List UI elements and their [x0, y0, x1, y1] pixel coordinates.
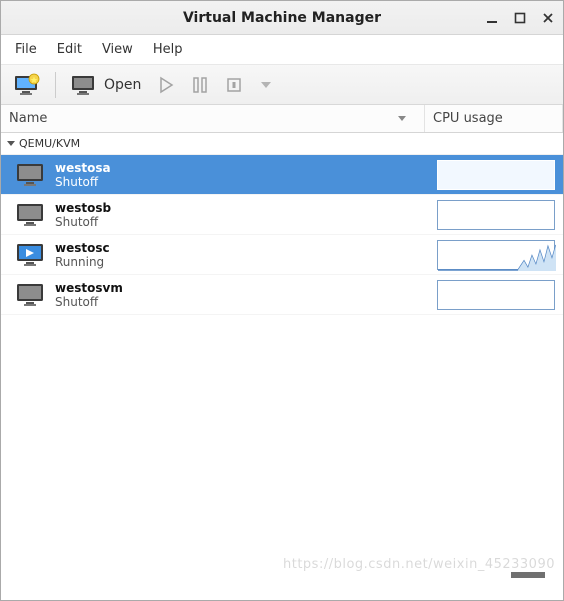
toolbar: Open — [1, 65, 563, 105]
cpu-sparkline — [437, 160, 555, 190]
shutdown-menu-button[interactable] — [253, 70, 279, 100]
pause-button[interactable] — [185, 70, 215, 100]
vm-row[interactable]: westosc Running — [1, 235, 563, 275]
vm-cpu-cell — [409, 236, 563, 274]
cpu-sparkline — [437, 240, 555, 270]
app-window: Virtual Machine Manager File Edit View H… — [0, 0, 564, 601]
menubar: File Edit View Help — [1, 35, 563, 65]
expander-icon — [7, 141, 15, 146]
maximize-button[interactable] — [513, 11, 527, 25]
new-vm-button[interactable] — [7, 70, 47, 100]
vm-row[interactable]: westosb Shutoff — [1, 195, 563, 235]
shutdown-button[interactable] — [219, 70, 249, 100]
connection-label: QEMU/KVM — [19, 137, 80, 150]
column-header-cpu-label: CPU usage — [433, 111, 503, 126]
vm-name: westosb — [55, 201, 409, 215]
close-button[interactable] — [541, 11, 555, 25]
vm-labels: westosa Shutoff — [49, 161, 409, 189]
vm-state: Running — [55, 255, 409, 269]
vm-state: Shutoff — [55, 175, 409, 189]
titlebar: Virtual Machine Manager — [1, 1, 563, 35]
column-headers: Name CPU usage — [1, 105, 563, 133]
vm-row[interactable]: westosvm Shutoff — [1, 275, 563, 315]
toolbar-separator — [55, 72, 56, 98]
vm-row[interactable]: westosa Shutoff — [1, 155, 563, 195]
bottom-shadow — [511, 572, 545, 578]
window-title: Virtual Machine Manager — [183, 10, 381, 26]
vm-name: westosa — [55, 161, 409, 175]
vm-cpu-cell — [409, 276, 563, 314]
run-button[interactable] — [151, 70, 181, 100]
vm-status-icon — [13, 241, 49, 269]
sort-indicator-icon — [398, 116, 406, 121]
vm-cpu-cell — [409, 196, 563, 234]
monitor-new-icon — [13, 73, 41, 97]
vm-state: Shutoff — [55, 295, 409, 309]
column-header-name-label: Name — [9, 111, 47, 126]
menu-file[interactable]: File — [5, 38, 47, 61]
window-controls — [485, 1, 555, 34]
cpu-sparkline — [437, 200, 555, 230]
open-console-label: Open — [104, 77, 141, 93]
chevron-down-icon — [259, 78, 273, 92]
menu-view[interactable]: View — [92, 38, 143, 61]
vm-status-icon — [13, 161, 49, 189]
vm-cpu-cell — [409, 156, 563, 194]
stop-icon — [225, 76, 243, 94]
vm-state: Shutoff — [55, 215, 409, 229]
column-header-cpu[interactable]: CPU usage — [425, 105, 563, 132]
menu-edit[interactable]: Edit — [47, 38, 92, 61]
vm-labels: westosb Shutoff — [49, 201, 409, 229]
vm-name: westosvm — [55, 281, 409, 295]
play-icon — [157, 76, 175, 94]
vm-list: QEMU/KVM westosa Shutoff westosb Shutoff — [1, 133, 563, 600]
vm-name: westosc — [55, 241, 409, 255]
vm-status-icon — [13, 201, 49, 229]
minimize-button[interactable] — [485, 11, 499, 25]
pause-icon — [191, 76, 209, 94]
open-console-button[interactable]: Open — [64, 70, 147, 100]
vm-status-icon — [13, 281, 49, 309]
column-header-name[interactable]: Name — [1, 105, 425, 132]
connection-row[interactable]: QEMU/KVM — [1, 133, 563, 155]
menu-help[interactable]: Help — [143, 38, 193, 61]
monitor-icon — [70, 73, 98, 97]
cpu-sparkline — [437, 280, 555, 310]
vm-labels: westosvm Shutoff — [49, 281, 409, 309]
vm-labels: westosc Running — [49, 241, 409, 269]
